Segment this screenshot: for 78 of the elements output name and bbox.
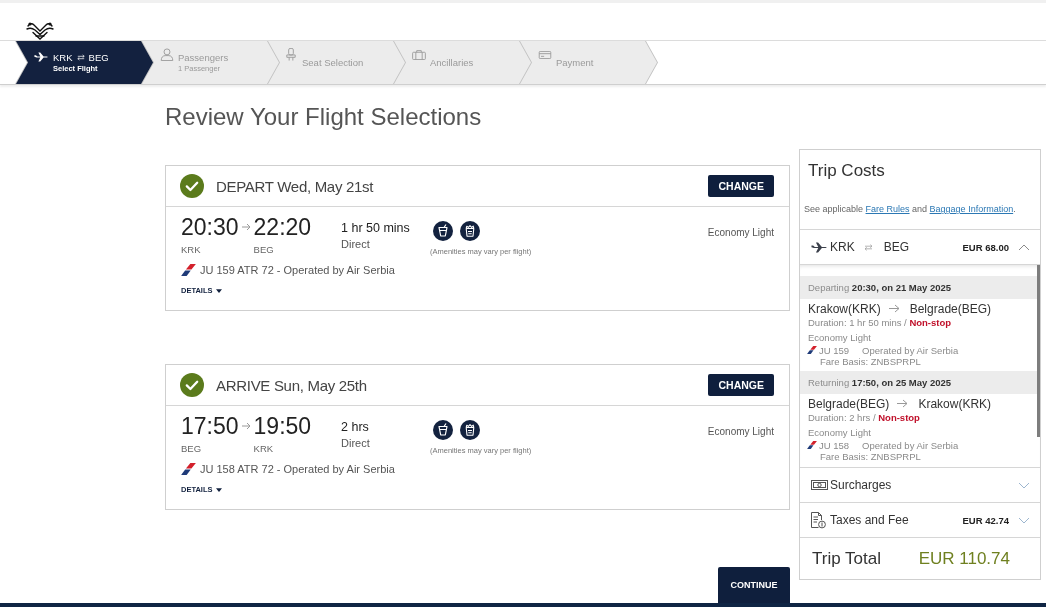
emblem-logo[interactable] [25,20,55,40]
tail-fin-icon [181,463,196,475]
flight-number: JU 158 [819,439,850,451]
fare-class: Economy Light [707,227,774,238]
segment-date: Returning 17:50, on 25 May 2025 [800,371,1037,394]
airport-code: KRK [830,240,855,254]
page-title: Review Your Flight Selections [165,102,482,132]
swap-arrows-icon [863,243,873,251]
arrival-time: 22:20 [253,213,312,241]
segment-duration: Duration: 1 hr 50 mins / Non-stop [808,317,952,329]
total-amount: EUR 110.74 [918,548,1010,569]
seat-icon [286,48,296,61]
caret-down-icon [215,488,222,492]
document-coin-icon [811,511,826,529]
arrow-right-icon [888,304,900,313]
city-name: Krakow(KRK) [918,396,992,411]
tail-fin-icon [807,346,817,354]
arrival-time: 19:50 [253,412,312,440]
banknote-icon [811,479,828,491]
charge-label: Surcharges [830,478,892,492]
city-name: Belgrade(BEG) [909,301,992,316]
snack-bag-icon [460,420,480,440]
airplane-icon [34,52,49,62]
change-button[interactable]: CHANGE [708,374,774,396]
stops-label: Direct [341,436,370,451]
segment-duration: Duration: 2 hrs / Non-stop [808,412,920,424]
flight-info: JU 159 ATR 72 - Operated by Air Serbia [200,263,395,278]
stops-label: Direct [341,237,370,252]
fare-basis: Fare Basis: ZNBSPRPL [820,451,921,462]
airport-code: KRK [181,244,201,256]
airport-code: BEG [253,244,274,256]
charge-amount: EUR 42.74 [962,514,1009,526]
drink-icon [433,420,453,440]
flight-heading: DEPART Wed, May 21st [216,177,374,195]
airport-code: KRK [253,443,274,455]
departure-time: 20:30 [181,213,239,241]
swap-arrows-icon [76,54,85,61]
snack-bag-icon [460,221,480,241]
operator-name: Operated by Air Serbia [862,439,959,451]
operator-name: Operated by Air Serbia [862,344,959,356]
arrow-right-icon [241,223,251,231]
chevron-down-icon[interactable] [1018,481,1030,489]
chevron-down-icon[interactable] [1018,516,1030,524]
chevron-up-icon[interactable] [1018,243,1030,251]
segment-date: Departing 20:30, on 21 May 2025 [800,276,1037,299]
credit-card-icon [538,51,552,59]
flight-duration: 2 hrs [341,419,369,436]
tail-fin-icon [181,264,196,276]
change-button[interactable]: CHANGE [708,175,774,197]
fare-class: Economy Light [707,426,774,437]
airport-code: BEG [181,443,202,455]
city-name: Belgrade(BEG) [808,396,890,411]
arrow-right-icon [897,399,909,408]
person-icon [160,48,174,61]
caret-down-icon [215,289,222,293]
scrollbar-thumb[interactable] [1037,265,1040,437]
fare-class: Economy Light [808,332,871,344]
suitcase-icon [412,50,426,60]
continue-button[interactable]: CONTINUE [718,567,790,603]
fare-rules-link[interactable]: Fare Rules [865,204,910,214]
airport-code: BEG [883,240,910,254]
airplane-icon [811,241,828,253]
city-name: Krakow(KRK) [808,301,881,316]
tail-fin-icon [807,441,817,449]
fare-basis: Fare Basis: ZNBSPRPL [820,356,921,367]
flight-duration: 1 hr 50 mins [341,220,410,237]
panel-title: Trip Costs [808,161,885,181]
flight-number: JU 159 [819,344,850,356]
charge-label: Taxes and Fee [830,513,909,527]
departure-time: 17:50 [181,412,239,440]
total-label: Trip Total [812,548,881,569]
fare-class: Economy Light [808,427,871,439]
route-price: EUR 68.00 [962,241,1009,253]
flight-heading: ARRIVE Sun, May 25th [216,376,367,394]
drink-icon [433,221,453,241]
fare-note: See applicable Fare Rules and Baggage Information. [804,203,1016,215]
flight-info: JU 158 ATR 72 - Operated by Air Serbia [200,462,395,477]
arrow-right-icon [241,422,251,430]
